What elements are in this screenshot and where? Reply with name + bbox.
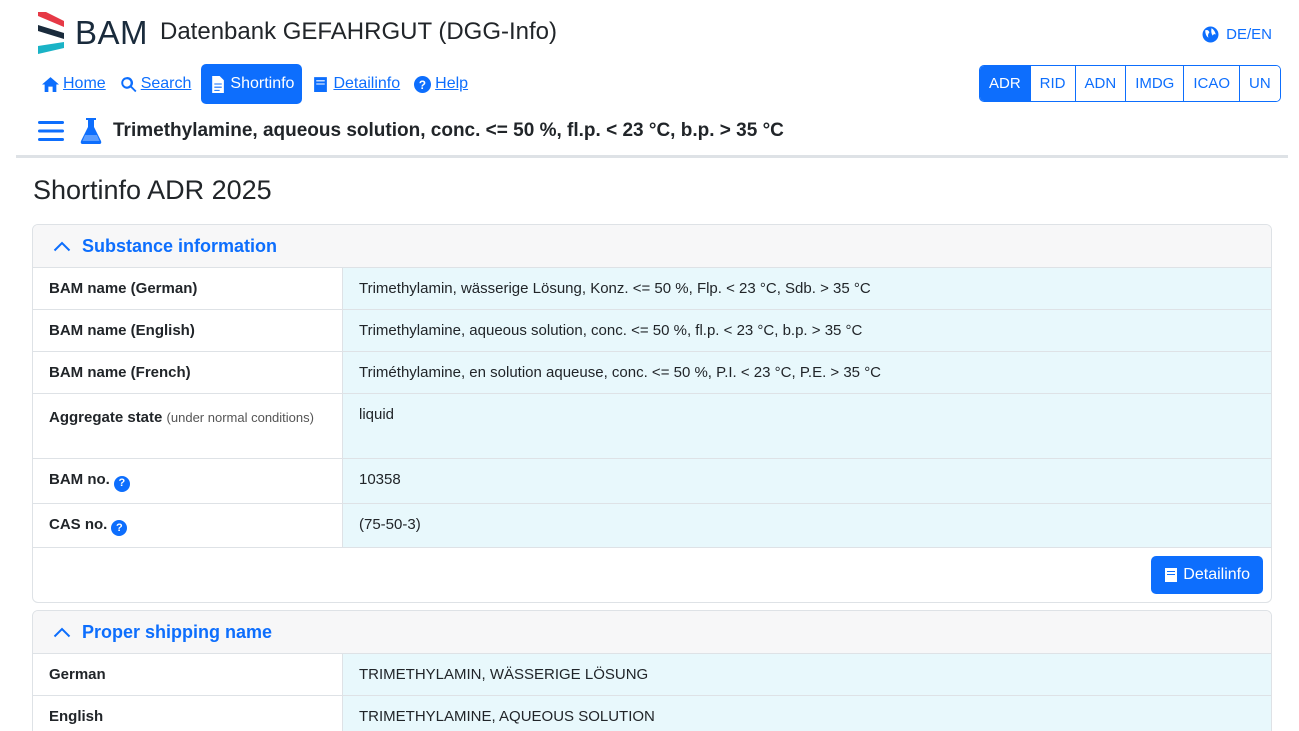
row-label: BAM name (German) [33, 268, 343, 309]
shipping-name-card: Proper shipping name German TRIMETHYLAMI… [32, 610, 1272, 731]
bam-logo-icon [38, 12, 64, 54]
regulation-un[interactable]: UN [1239, 66, 1280, 101]
table-row: BAM name (German) Trimethylamin, wässeri… [33, 268, 1271, 310]
substance-info-header[interactable]: Substance information [33, 225, 1271, 268]
row-label: English [33, 696, 343, 731]
app-title: Datenbank GEFAHRGUT (DGG-Info) [160, 18, 558, 45]
nav-help-label: Help [435, 75, 469, 92]
row-value: liquid [343, 394, 1271, 458]
row-value: TRIMETHYLAMINE, AQUEOUS SOLUTION [343, 696, 1271, 731]
table-row: CAS no.? (75-50-3) [33, 503, 1271, 548]
row-label: BAM name (French) [33, 352, 343, 393]
row-label: BAM no.? [33, 459, 343, 503]
svg-text:?: ? [419, 78, 426, 91]
row-value: 10358 [343, 459, 1271, 503]
table-row: German TRIMETHYLAMIN, WÄSSERIGE LÖSUNG [33, 654, 1271, 696]
help-icon: ? [414, 75, 432, 93]
nav-search-label: Search [140, 75, 192, 92]
row-label: CAS no.? [33, 503, 343, 547]
page: BAM Datenbank GEFAHRGUT (DGG-Info) DE/EN… [0, 0, 1299, 731]
row-value: TRIMETHYLAMIN, WÄSSERIGE LÖSUNG [343, 654, 1271, 695]
hamburger-menu-icon[interactable] [38, 120, 64, 142]
card-title: Substance information [82, 235, 278, 256]
search-icon [120, 76, 137, 92]
nav-home-label: Home [63, 75, 106, 92]
substance-bar: Trimethylamine, aqueous solution, conc. … [38, 114, 784, 148]
row-label: BAM name (English) [33, 310, 343, 351]
card-title: Proper shipping name [82, 621, 273, 642]
table-row: BAM no.? 10358 [33, 459, 1271, 504]
regulation-rid[interactable]: RID [1029, 66, 1075, 101]
page-title: Shortinfo ADR 2025 [33, 175, 272, 205]
regulation-icao[interactable]: ICAO [1183, 66, 1240, 101]
logo-text: BAM [75, 14, 149, 51]
table-row: Aggregate state (under normal conditions… [33, 394, 1271, 459]
card-footer: Detailinfo [33, 548, 1271, 602]
nav-shortinfo[interactable]: Shortinfo [201, 64, 303, 104]
main-nav: Home Search Shortinfo Detailinfo ? Help [38, 64, 478, 104]
chevron-up-icon [53, 241, 71, 252]
row-value: Triméthylamine, en solution aqueuse, con… [343, 352, 1271, 393]
nav-home[interactable]: Home [38, 64, 110, 104]
regulation-selector: ADR RID ADN IMDG ICAO UN [979, 65, 1281, 102]
table-row: BAM name (French) Triméthylamine, en sol… [33, 352, 1271, 394]
book-icon [314, 76, 328, 92]
table-row: English TRIMETHYLAMINE, AQUEOUS SOLUTION [33, 696, 1271, 731]
nav-help[interactable]: ? Help [410, 64, 472, 104]
nav-detailinfo-label: Detailinfo [333, 75, 401, 92]
regulation-adr[interactable]: ADR [980, 66, 1030, 101]
nav-detailinfo[interactable]: Detailinfo [308, 64, 404, 104]
row-value: Trimethylamin, wässerige Lösung, Konz. <… [343, 268, 1271, 309]
globe-icon [1202, 26, 1219, 43]
document-icon [212, 75, 225, 93]
home-icon [42, 76, 59, 92]
row-label-note: (under normal conditions) [166, 410, 314, 425]
substance-title: Trimethylamine, aqueous solution, conc. … [113, 120, 784, 141]
regulation-imdg[interactable]: IMDG [1125, 66, 1184, 101]
shipping-name-header[interactable]: Proper shipping name [33, 611, 1271, 654]
header-divider [16, 155, 1288, 158]
substance-info-card: Substance information BAM name (German) … [32, 224, 1272, 603]
help-icon[interactable]: ? [113, 475, 130, 492]
bam-logo[interactable]: BAM [38, 12, 148, 54]
nav-search[interactable]: Search [116, 64, 196, 104]
row-label: German [33, 654, 343, 695]
help-icon[interactable]: ? [111, 520, 128, 536]
detailinfo-button-label: Detailinfo [1183, 566, 1250, 583]
row-value: (75-50-3) [343, 503, 1271, 547]
table-row: BAM name (English) Trimethylamine, aqueo… [33, 310, 1271, 352]
row-value: Trimethylamine, aqueous solution, conc. … [343, 310, 1271, 351]
row-label: Aggregate state (under normal conditions… [33, 394, 343, 458]
chevron-up-icon [53, 627, 71, 638]
detailinfo-button[interactable]: Detailinfo [1151, 556, 1263, 594]
regulation-adn[interactable]: ADN [1074, 66, 1126, 101]
nav-shortinfo-label: Shortinfo [230, 75, 295, 92]
flask-icon [80, 118, 102, 144]
language-switch[interactable]: DE/EN [1202, 26, 1272, 43]
language-label: DE/EN [1226, 26, 1272, 43]
book-icon [1165, 568, 1178, 582]
